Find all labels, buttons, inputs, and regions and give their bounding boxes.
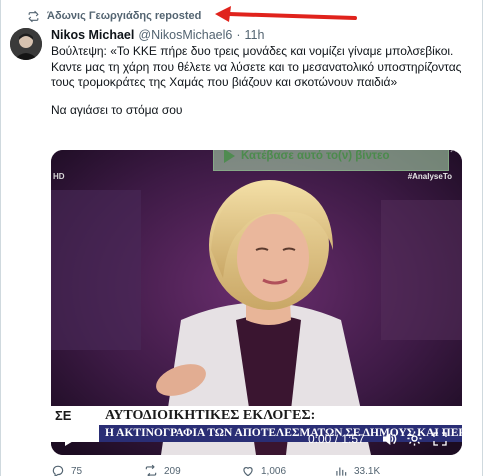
- repost-count: 209: [164, 465, 181, 476]
- video-controls: 0:00 / 1:57: [51, 424, 462, 455]
- download-video-banner[interactable]: Κατέβασε αυτό το(ν) βίντεο: [213, 150, 449, 171]
- like-count: 1,006: [261, 465, 287, 476]
- tweet-card[interactable]: Άδωνις Γεωργιάδης reposted Nikos Michael…: [0, 0, 483, 476]
- author-name[interactable]: Nikos Michael: [51, 28, 134, 42]
- video-time: 0:00 / 1:57: [308, 432, 365, 446]
- views-count: 33.1K: [354, 465, 381, 476]
- heart-icon: [243, 467, 253, 476]
- tweet-text: Βούλτεψη: «Το ΚΚΕ πήρε δυο τρεις μονάδες…: [51, 44, 471, 118]
- reply-icon: [52, 465, 64, 476]
- author-handle[interactable]: @NikosMichael6: [138, 28, 232, 42]
- banner-play-icon: [224, 150, 235, 163]
- settings-gear-icon[interactable]: [406, 430, 423, 447]
- lower-third-headline: ΑΥΤΟΔΙΟΙΚΗΤΙΚΕΣ ΕΚΛΟΓΕΣ:: [99, 406, 462, 425]
- repost-icon: [145, 464, 157, 476]
- avatar-image: [10, 28, 42, 60]
- channel-hashtag: #AnalyseTo: [407, 172, 452, 181]
- author-avatar[interactable]: [10, 28, 42, 60]
- banner-label: Κατέβασε αυτό το(ν) βίντεο: [241, 150, 390, 162]
- header-separator: ·: [236, 28, 241, 42]
- repost-label: Άδωνις Γεωργιάδης reposted: [47, 10, 202, 22]
- reply-button[interactable]: 75: [51, 464, 82, 476]
- repost-context[interactable]: Άδωνις Γεωργιάδης reposted: [27, 8, 201, 24]
- red-annotation-arrow: [215, 6, 357, 22]
- fullscreen-icon[interactable]: [432, 431, 448, 447]
- play-icon[interactable]: [65, 434, 75, 446]
- banner-close-icon[interactable]: ✕: [449, 150, 461, 156]
- tweet-header: Nikos Michael @NikosMichael6 · 11h: [51, 28, 264, 42]
- hd-label: HD: [53, 172, 65, 181]
- views-button[interactable]: 33.1K: [334, 464, 380, 476]
- tweet-time[interactable]: 11h: [245, 28, 265, 42]
- repost-button[interactable]: 209: [144, 464, 181, 476]
- like-button[interactable]: 1,006: [241, 464, 286, 476]
- reply-count: 75: [71, 465, 83, 476]
- tweet-actions: 75 209 1,006 33.1K: [51, 464, 471, 476]
- tweet-paragraph: Να αγιάσει το στόμα σου: [51, 102, 183, 117]
- repost-icon: [28, 10, 39, 22]
- tweet-paragraph: Βούλτεψη: «Το ΚΚΕ πήρε δυο τρεις μονάδες…: [51, 44, 462, 90]
- volume-icon[interactable]: [381, 431, 397, 447]
- video-player[interactable]: Κατέβασε αυτό το(ν) βίντεο ✕ HD #Analyse…: [51, 150, 462, 455]
- views-chart-icon: [336, 467, 347, 476]
